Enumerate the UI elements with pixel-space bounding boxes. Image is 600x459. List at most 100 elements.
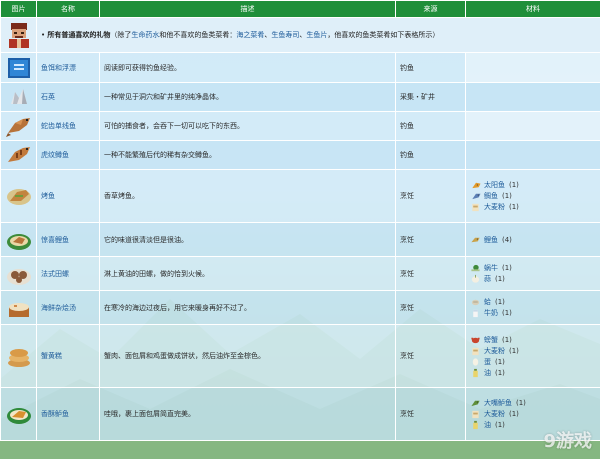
gift-text-part: 和他不喜欢的鱼类菜肴： <box>159 31 237 39</box>
table-row: 蛇齿单线鱼 可怕的捕食者，会吞下一切可以吃下的东西。 钓鱼 <box>0 111 600 141</box>
material-name[interactable]: 蜗牛 <box>484 263 498 273</box>
bream-icon <box>472 193 481 200</box>
material-qty: (1) <box>509 181 519 189</box>
row-name[interactable]: 法式田螺 <box>36 256 100 291</box>
link-maki-roll[interactable]: 生鱼寿司 <box>271 31 299 39</box>
material-item: 牛奶 (1) <box>470 308 596 319</box>
row-description: 香草烤鱼。 <box>99 169 396 223</box>
material-item: 蛤 (1) <box>470 297 596 308</box>
material-name[interactable]: 牛奶 <box>484 308 498 318</box>
material-name[interactable]: 大麦粉 <box>484 202 505 212</box>
row-image-cell <box>0 222 37 257</box>
table-row: 石英 一种常见于洞穴和矿井里的纯净晶体。 采集・矿井 <box>0 82 600 112</box>
gift-summary-row: • 所有普通喜欢的礼物（除了生命药水和他不喜欢的鱼类菜肴：海之菜肴、生鱼寿司、生… <box>0 17 600 53</box>
row-source: 烹饪 <box>395 290 466 325</box>
link-dish-o-the-sea[interactable]: 海之菜肴 <box>236 31 264 39</box>
villager-portrait-icon <box>8 23 29 48</box>
row-image-cell <box>0 290 37 325</box>
link-sashimi[interactable]: 生鱼片 <box>306 31 327 39</box>
oil-icon <box>473 420 478 430</box>
material-item: 鲷鱼 (1) <box>470 191 596 202</box>
material-name[interactable]: 太阳鱼 <box>484 180 505 190</box>
material-qty: (1) <box>509 346 519 355</box>
material-qty: (4) <box>502 235 512 244</box>
book-icon[interactable] <box>5 55 33 81</box>
material-name[interactable]: 蒜 <box>484 274 491 284</box>
row-materials: 太阳鱼 (1) 鲷鱼 (1) 大麦粉 (1) <box>465 169 600 223</box>
gift-summary-text: • 所有普通喜欢的礼物（除了生命药水和他不喜欢的鱼类菜肴：海之菜肴、生鱼寿司、生… <box>36 17 600 53</box>
material-item: 太阳鱼 (1) <box>470 180 596 191</box>
row-name[interactable]: 鱼饵和浮漂 <box>36 52 100 83</box>
material-qty: (1) <box>509 203 519 211</box>
material-name[interactable]: 大嘴鲈鱼 <box>484 398 512 408</box>
row-description: 可怕的捕食者，会吞下一切可以吃下的东西。 <box>99 111 396 141</box>
table-row: 惊喜鲤鱼 它的味道很清淡但是很油。 烹饪 鲤鱼 (4) <box>0 222 600 257</box>
material-name[interactable]: 鲤鱼 <box>484 235 498 245</box>
crispy-bass-icon[interactable] <box>5 401 33 427</box>
row-materials: 蛤 (1) 牛奶 (1) <box>465 290 600 325</box>
material-qty: (1) <box>495 298 505 306</box>
wheat-flour-icon <box>472 410 479 419</box>
row-source: 烹饪 <box>395 387 466 441</box>
table-row: 法式田螺 淋上黄油的田螺，做的恰到火候。 烹饪 蜗牛 (1) 蒜 (1) <box>0 256 600 291</box>
table-row: 蟹黄糕 蟹肉、面包屑和鸡蛋做成饼状，然后油炸至金棕色。 烹饪 螃蟹 (1) 大麦粉 (1) 蛋… <box>0 324 600 388</box>
quartz-icon[interactable] <box>5 84 33 110</box>
row-image-cell <box>0 82 37 112</box>
bullet: • <box>41 31 46 39</box>
table-row: 鱼饵和浮漂 阅读即可获得钓鱼经验。 钓鱼 <box>0 52 600 83</box>
material-name[interactable]: 蛋 <box>484 357 491 367</box>
row-name[interactable]: 香酥鲈鱼 <box>36 387 100 441</box>
row-name[interactable]: 蛇齿单线鱼 <box>36 111 100 141</box>
header-source: 来源 <box>395 0 466 18</box>
material-item: 大麦粉 (1) <box>470 202 596 213</box>
material-qty: (1) <box>509 410 519 418</box>
material-name[interactable]: 油 <box>484 368 491 378</box>
material-item: 鲤鱼 (4) <box>470 234 596 245</box>
row-name[interactable]: 海鲜杂烩汤 <box>36 290 100 325</box>
clam-icon <box>471 299 480 306</box>
row-name[interactable]: 石英 <box>36 82 100 112</box>
material-name[interactable]: 蛤 <box>484 297 491 307</box>
material-qty: (1) <box>495 275 505 283</box>
baked-fish-icon[interactable] <box>5 183 33 209</box>
carp-surprise-icon[interactable] <box>5 227 33 253</box>
tiger-trout-icon[interactable] <box>5 142 33 168</box>
row-materials <box>465 140 600 170</box>
crab-cakes-icon[interactable] <box>5 343 33 369</box>
sunfish-icon <box>472 182 481 189</box>
row-description: 蟹肉、面包屑和鸡蛋做成饼状，然后油炸至金棕色。 <box>99 324 396 388</box>
material-name[interactable]: 螃蟹 <box>484 335 498 345</box>
row-name[interactable]: 虎纹鳟鱼 <box>36 140 100 170</box>
material-item: 蜗牛 (1) <box>470 263 596 274</box>
row-image-cell <box>0 52 37 83</box>
material-name[interactable]: 大麦粉 <box>484 346 505 356</box>
row-description: 哇哦，裹上面包屑简直完美。 <box>99 387 396 441</box>
material-name[interactable]: 鲷鱼 <box>484 191 498 201</box>
material-qty: (1) <box>502 309 512 317</box>
gift-table: 图片 名称 描述 来源 材料 • 所有普通喜欢的礼物（除了生命药水和他不喜欢的鱼… <box>0 0 600 441</box>
material-qty: (1) <box>502 335 512 344</box>
row-name[interactable]: 烤鱼 <box>36 169 100 223</box>
row-name[interactable]: 惊喜鲤鱼 <box>36 222 100 257</box>
table-row: 虎纹鳟鱼 一种不能繁殖后代的稀有杂交鳟鱼。 钓鱼 <box>0 140 600 170</box>
table-row: 香酥鲈鱼 哇哦，裹上面包屑简直完美。 烹饪 大嘴鲈鱼 (1) 大麦粉 (1) 油 (1) <box>0 387 600 441</box>
chowder-icon[interactable] <box>5 295 33 321</box>
row-source: 烹饪 <box>395 256 466 291</box>
material-name[interactable]: 油 <box>484 420 491 430</box>
header-desc: 描述 <box>99 0 396 18</box>
table-row: 海鲜杂烩汤 在寒冷的海边过夜后，用它来暖身再好不过了。 烹饪 蛤 (1) 牛奶 (1) <box>0 290 600 325</box>
row-name[interactable]: 蟹黄糕 <box>36 324 100 388</box>
link-life-elixir[interactable]: 生命药水 <box>131 31 159 39</box>
material-name[interactable]: 大麦粉 <box>484 409 505 419</box>
row-source: 采集・矿井 <box>395 82 466 112</box>
row-materials <box>465 111 600 141</box>
escargot-icon[interactable] <box>5 261 33 287</box>
egg-icon <box>472 357 479 366</box>
lingcod-icon[interactable] <box>5 113 33 139</box>
wheat-flour-icon <box>472 203 479 212</box>
row-description: 在寒冷的海边过夜后，用它来暖身再好不过了。 <box>99 290 396 325</box>
row-image-cell <box>0 387 37 441</box>
material-qty: (1) <box>516 399 526 407</box>
milk-icon <box>473 309 478 318</box>
material-item: 螃蟹 (1) <box>470 334 596 345</box>
